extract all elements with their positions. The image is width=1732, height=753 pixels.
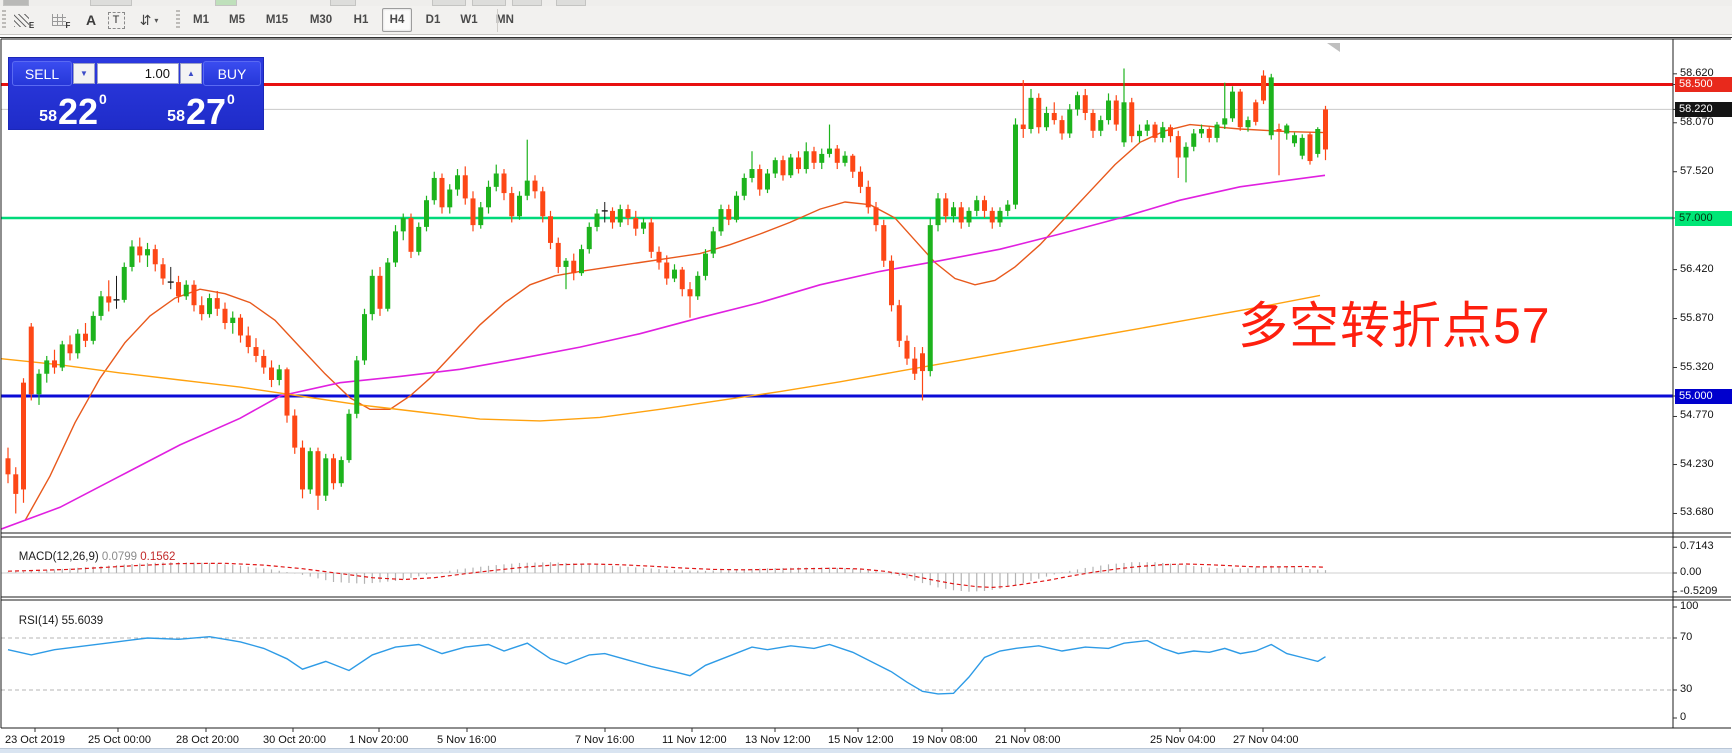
macd-axis-label: 0.00 (1680, 566, 1701, 578)
rsi-panel (1, 637, 1673, 694)
macd-axis-label: -0.5209 (1680, 585, 1717, 597)
volume-input[interactable]: 1.00 (97, 63, 179, 84)
ma-fast (25, 125, 1325, 521)
price-axis-label: 58.070 (1680, 116, 1714, 128)
price-badge: 58.220 (1675, 102, 1732, 117)
rsi-axis-label: 100 (1680, 600, 1698, 612)
macd-main-value: 0.0799 (102, 551, 140, 563)
price-axis-label: 55.870 (1680, 312, 1714, 324)
rsi-name: RSI(14) (19, 615, 62, 627)
time-axis-label: 15 Nov 12:00 (828, 734, 893, 746)
buy-price-big: 27 (186, 95, 226, 129)
price-axis-label: 54.230 (1680, 458, 1714, 470)
spinner-down-icon: ▼ (80, 69, 88, 78)
status-strip (0, 748, 1732, 753)
macd-label: MACD(12,26,9) 0.0799 0.1562 (6, 539, 175, 575)
volume-increase-button[interactable]: ▲ (180, 63, 202, 84)
spinner-up-icon: ▲ (187, 69, 195, 78)
rsi-axis-label: 0 (1680, 711, 1686, 723)
macd-name: MACD(12,26,9) (19, 551, 102, 563)
macd-axis-label: 0.7143 (1680, 540, 1714, 552)
time-axis-label: 28 Oct 20:00 (176, 734, 239, 746)
macd-signal-value: 0.1562 (140, 551, 175, 563)
buy-button[interactable]: BUY (203, 61, 261, 86)
sell-price-sup: 0 (99, 91, 107, 107)
volume-decrease-button[interactable]: ▼ (73, 63, 95, 84)
buy-price-prefix: 58 (167, 108, 185, 126)
ma-slow (0, 295, 1320, 421)
mt4-terminal: E F A T ⇵ ▾ M1M5M15M30H1H4D1W1MN ▲ USOil… (0, 0, 1732, 753)
price-axis-label: 53.680 (1680, 506, 1714, 518)
time-axis-label: 5 Nov 16:00 (437, 734, 496, 746)
time-axis-label: 19 Nov 08:00 (912, 734, 977, 746)
one-click-trading-panel: SELL ▼ 1.00 ▲ BUY 58 22 0 58 27 0 (8, 57, 264, 130)
sell-price-display[interactable]: 58 22 0 (11, 90, 135, 129)
time-axis-label: 7 Nov 16:00 (575, 734, 634, 746)
price-axis-label: 55.320 (1680, 361, 1714, 373)
time-axis-label: 27 Nov 04:00 (1233, 734, 1298, 746)
price-axis-label: 56.420 (1680, 263, 1714, 275)
price-badge: 58.500 (1675, 77, 1732, 92)
time-axis-label: 23 Oct 2019 (5, 734, 65, 746)
rsi-label: RSI(14) 55.6039 (6, 603, 103, 639)
buy-price-sup: 0 (227, 91, 235, 107)
time-axis-label: 30 Oct 20:00 (263, 734, 326, 746)
price-badge: 57.000 (1675, 211, 1732, 226)
price-axis-label: 54.770 (1680, 409, 1714, 421)
time-axis-label: 13 Nov 12:00 (745, 734, 810, 746)
rsi-axis-label: 70 (1680, 631, 1692, 643)
sell-price-prefix: 58 (39, 108, 57, 126)
sell-button[interactable]: SELL (12, 61, 72, 86)
buy-price-display[interactable]: 58 27 0 (139, 90, 263, 129)
time-axis-label: 25 Oct 00:00 (88, 734, 151, 746)
price-axis-label: 57.520 (1680, 165, 1714, 177)
rsi-axis-label: 30 (1680, 683, 1692, 695)
ma-mid (0, 175, 1325, 529)
time-axis-label: 25 Nov 04:00 (1150, 734, 1215, 746)
chart-annotation-text[interactable]: 多空转折点57 (1238, 286, 1551, 358)
time-axis-label: 1 Nov 20:00 (349, 734, 408, 746)
price-badge: 55.000 (1675, 389, 1732, 404)
time-axis-label: 11 Nov 12:00 (662, 734, 727, 746)
macd-panel (1, 562, 1673, 592)
rsi-value: 55.6039 (62, 615, 104, 627)
sell-price-big: 22 (58, 95, 98, 129)
time-axis-label: 21 Nov 08:00 (995, 734, 1060, 746)
candles (6, 68, 1329, 513)
